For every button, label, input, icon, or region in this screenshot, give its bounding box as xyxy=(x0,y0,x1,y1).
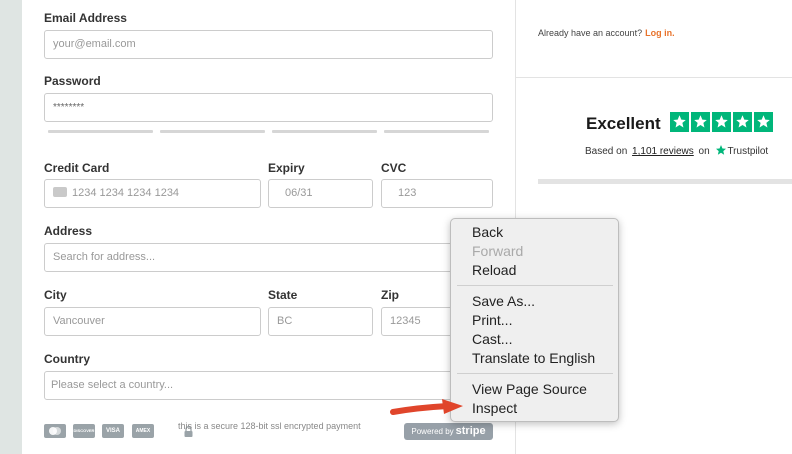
expiry-label: Expiry xyxy=(268,161,305,175)
credit-card-placeholder: 1234 1234 1234 1234 xyxy=(72,187,180,199)
city-field[interactable]: Vancouver xyxy=(44,307,261,336)
star-icon xyxy=(670,112,689,132)
menu-item-reload[interactable]: Reload xyxy=(472,262,516,278)
menu-item-view-source[interactable]: View Page Source xyxy=(472,381,587,397)
country-label: Country xyxy=(44,352,90,366)
password-label: Password xyxy=(44,74,101,88)
sidebar-divider xyxy=(516,77,792,78)
address-search-field[interactable]: Search for address... xyxy=(44,243,493,272)
strength-bar xyxy=(272,130,377,133)
address-label: Address xyxy=(44,224,93,238)
menu-item-save-as[interactable]: Save As... xyxy=(472,293,535,309)
cvc-label: CVC xyxy=(381,161,407,175)
menu-item-cast[interactable]: Cast... xyxy=(472,331,512,347)
amex-icon: AMEX xyxy=(132,424,154,438)
strength-bar xyxy=(384,130,489,133)
trustpilot-star-icon xyxy=(716,145,727,155)
menu-item-inspect[interactable]: Inspect xyxy=(472,400,517,416)
login-prompt: Already have an account? Log in. xyxy=(538,28,675,38)
menu-separator xyxy=(457,285,613,286)
left-margin-strip xyxy=(0,0,22,454)
menu-item-translate[interactable]: Translate to English xyxy=(472,350,595,366)
menu-separator xyxy=(457,373,613,374)
password-strength-meter xyxy=(48,130,490,134)
context-menu: Back Forward Reload Save As... Print... … xyxy=(450,218,619,422)
red-arrow-annotation xyxy=(390,399,463,415)
powered-by-stripe-badge[interactable]: Powered by stripe xyxy=(404,423,493,440)
based-on-text: Based on xyxy=(585,146,628,157)
login-link[interactable]: Log in. xyxy=(645,28,675,38)
expiry-field[interactable]: 06/31 xyxy=(268,179,373,208)
star-icon xyxy=(754,112,773,132)
star-icon xyxy=(712,112,731,132)
discover-icon: DISCOVER xyxy=(73,424,95,438)
star-icon xyxy=(691,112,710,132)
menu-item-print[interactable]: Print... xyxy=(472,312,512,328)
stripe-brand: stripe xyxy=(455,425,486,437)
rating-word: Excellent xyxy=(586,114,661,133)
state-field[interactable]: BC xyxy=(268,307,373,336)
menu-item-forward: Forward xyxy=(472,243,524,259)
reviews-summary: Based on 1,101 reviews on Trustpilot xyxy=(585,144,768,157)
stripe-prefix: Powered by xyxy=(411,427,454,436)
email-label: Email Address xyxy=(44,11,127,25)
star-icon xyxy=(733,112,752,132)
reviews-link[interactable]: 1,101 reviews xyxy=(632,146,694,157)
city-label: City xyxy=(44,288,67,302)
strength-bar xyxy=(48,130,153,133)
cvc-field[interactable]: 123 xyxy=(381,179,493,208)
password-field[interactable]: ******** xyxy=(44,93,493,122)
trustpilot-brand[interactable]: Trustpilot xyxy=(727,146,768,157)
signup-form: Email Address your@email.com Password **… xyxy=(22,0,515,454)
already-text: Already have an account? xyxy=(538,28,643,38)
menu-item-back[interactable]: Back xyxy=(472,224,503,240)
mastercard-icon xyxy=(44,424,66,438)
credit-card-icon xyxy=(53,187,67,198)
zip-label: Zip xyxy=(381,288,399,302)
on-text: on xyxy=(698,146,710,157)
strength-bar xyxy=(160,130,265,133)
visa-icon: VISA xyxy=(102,424,124,438)
sidebar-bar xyxy=(538,179,792,184)
secure-payment-note: this is a secure 128-bit ssl encrypted p… xyxy=(178,421,361,431)
state-label: State xyxy=(268,288,298,302)
credit-card-label: Credit Card xyxy=(44,161,110,175)
credit-card-field[interactable]: 1234 1234 1234 1234 xyxy=(44,179,261,208)
country-select[interactable]: Please select a country... xyxy=(44,371,493,400)
email-field[interactable]: your@email.com xyxy=(44,30,493,59)
